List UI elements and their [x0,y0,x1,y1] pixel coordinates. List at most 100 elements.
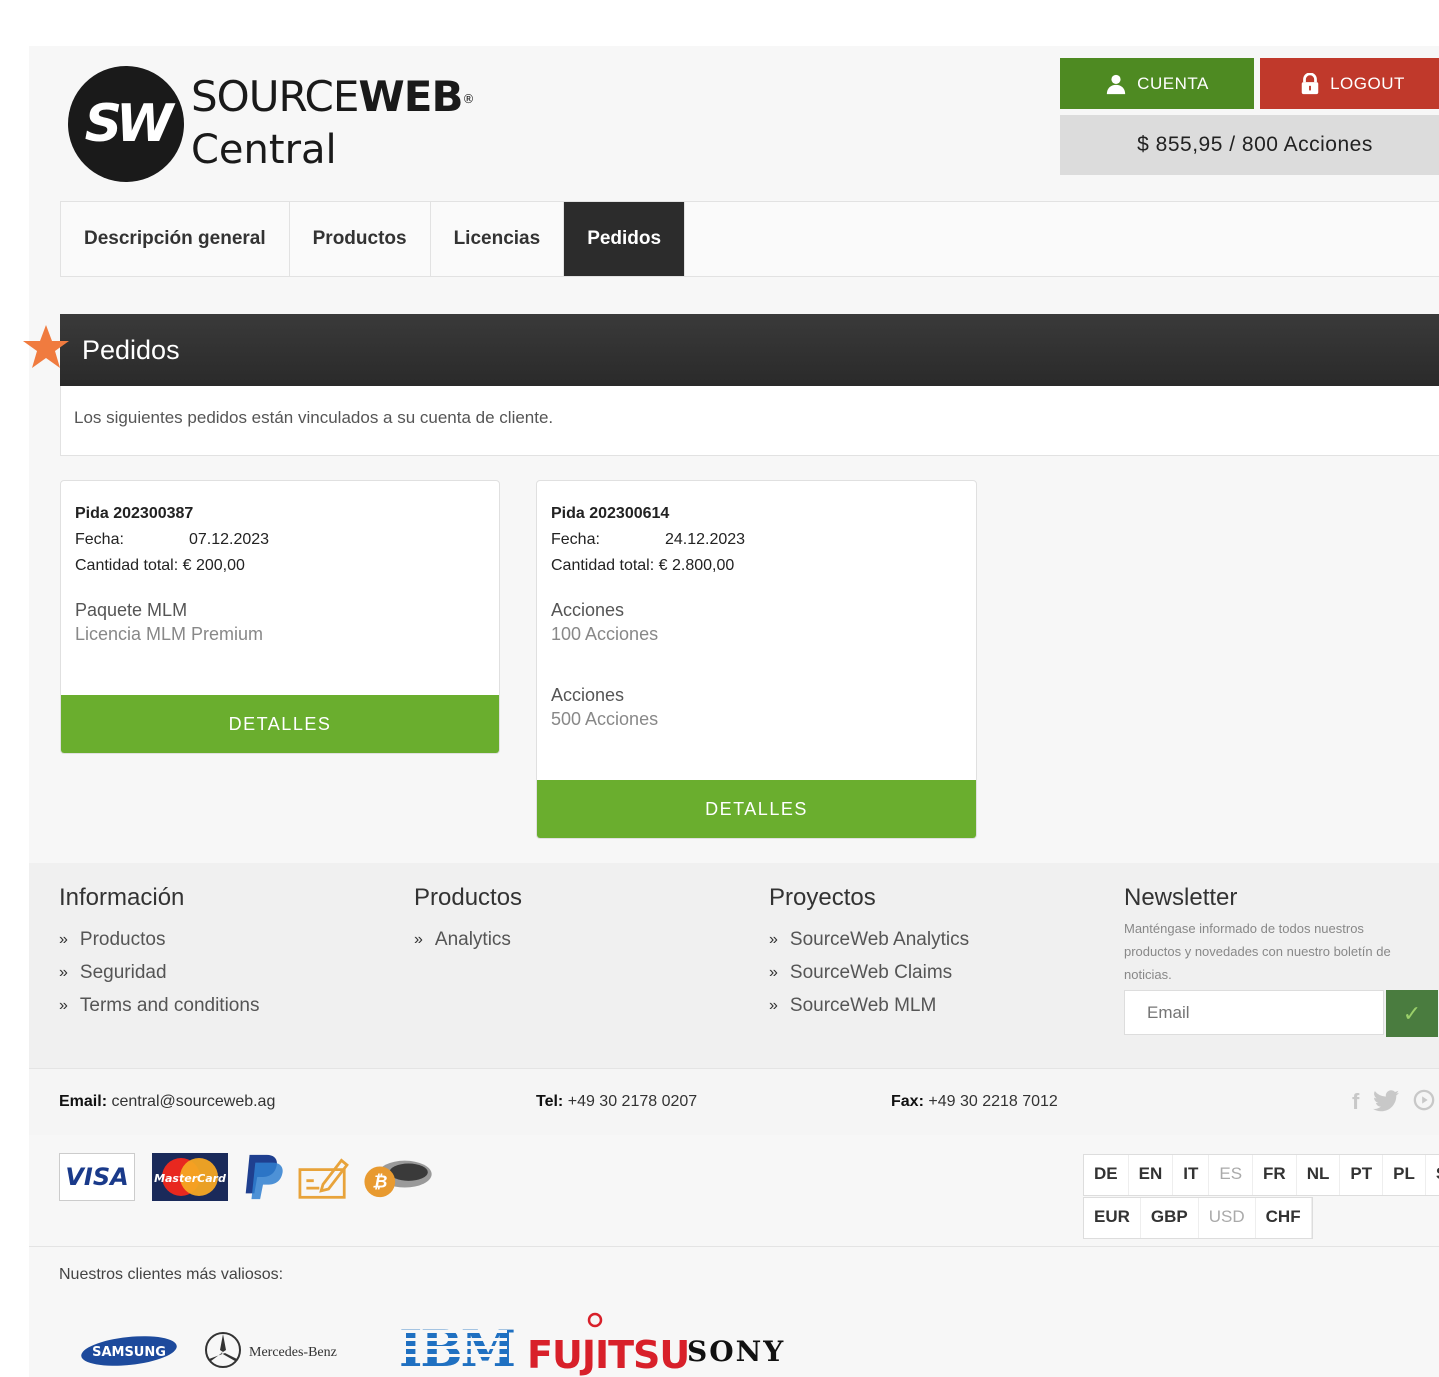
facebook-icon[interactable]: f [1352,1089,1359,1115]
currency-chf[interactable]: CHF [1256,1198,1312,1238]
chevron-double-right-icon: » [59,997,68,1014]
lang-fr[interactable]: FR [1253,1155,1297,1195]
details-button[interactable]: DETALLES [537,780,976,838]
star-icon [23,325,69,368]
contact-fax: Fax: +49 30 2218 7012 [891,1069,1058,1135]
footer-heading: Información [59,884,185,911]
order-item-name: Acciones [551,685,625,705]
footer-link-label: SourceWeb Claims [789,962,953,983]
play-circle-icon[interactable] [1413,1089,1435,1111]
lang-nl[interactable]: NL [1297,1155,1341,1195]
footer-link-label: Productos [79,929,166,950]
logo-title-light: SOURCE [191,72,359,121]
chevron-double-right-icon: » [59,931,68,948]
logo-title[interactable]: SOURCEWEB® [191,72,474,122]
footer-heading: Productos [414,884,523,911]
lang-pt[interactable]: PT [1340,1155,1384,1195]
contact-row: Email: central@sourceweb.ag Tel: +49 30 … [29,1068,1439,1136]
contact-email-label: Email: [59,1093,108,1110]
svg-text:FUJITSU: FUJITSU [527,1333,689,1376]
newsletter-text: Manténgase informado de todos nuestros p… [1124,921,1391,982]
contact-tel-label: Tel: [536,1093,564,1110]
lang-de[interactable]: DE [1084,1155,1129,1195]
chevron-double-right-icon: » [769,931,778,948]
currency-gbp[interactable]: GBP [1141,1198,1199,1238]
newsletter-submit-button[interactable]: ✓ [1386,990,1438,1037]
footer-link[interactable]: » Productos [59,923,259,956]
currency-eur[interactable]: EUR [1084,1198,1141,1238]
order-date: 24.12.2023 [665,531,746,548]
lang-pl[interactable]: PL [1383,1155,1426,1195]
chevron-double-right-icon: » [769,964,778,981]
footer-link[interactable]: » SourceWeb Analytics [769,923,969,956]
fujitsu-logo: FUJITSU [527,1312,690,1376]
svg-text:SONY: SONY [687,1335,785,1368]
logo-subtitle: Central [191,127,337,173]
footer-links: Información » Productos » Seguridad » Terms… [29,863,1439,1068]
footer-link[interactable]: » Terms and conditions [59,989,259,1022]
footer-heading: Proyectos [769,884,876,911]
clients-label: Nuestros clientes más valiosos: [59,1266,284,1283]
logo-mark[interactable]: SW [68,66,184,182]
order-number: Pida 202300614 [551,505,670,522]
order-date: 07.12.2023 [189,531,270,548]
order-total-label: Cantidad total: [75,557,179,574]
footer-link[interactable]: » SourceWeb MLM [769,989,969,1022]
lang-en[interactable]: EN [1129,1155,1174,1195]
bitcoin-logo: ₿ [364,1160,432,1198]
newsletter-email-input[interactable] [1124,990,1384,1035]
panel-body: Los siguientes pedidos están vinculados … [60,386,1439,456]
order-date-label: Fecha: [551,531,600,548]
samsung-logo: SAMSUNG [81,1336,177,1366]
contact-tel-value: +49 30 2178 0207 [567,1093,698,1110]
tab-licenses[interactable]: Licencias [431,202,565,276]
footer-col-projects: Proyectos » SourceWeb Analytics » SourceWe… [769,883,969,1022]
currency-usd[interactable]: USD [1199,1198,1256,1238]
contact-email: Email: central@sourceweb.ag [59,1069,275,1135]
locale-selector: DE EN IT ES FR NL PT PL SV EUR GBP USD C… [1083,1154,1439,1240]
footer-link-label: Analytics [434,929,511,950]
svg-text:₿: ₿ [372,1173,387,1193]
footer-heading: Newsletter [1124,884,1238,911]
twitter-icon[interactable] [1373,1089,1400,1113]
client-logos: SAMSUNG Mercedes-Benz IBM FUJITSU SONY [81,1312,785,1376]
footer-col-products: Productos » Analytics [414,883,522,956]
footer-link-label: Terms and conditions [79,995,260,1016]
contact-email-value[interactable]: central@sourceweb.ag [111,1093,275,1110]
visa-logo-text: VISA [65,1163,129,1191]
lang-it[interactable]: IT [1173,1155,1210,1195]
contact-tel: Tel: +49 30 2178 0207 [536,1069,697,1135]
lang-sv[interactable]: SV [1426,1155,1439,1195]
account-button[interactable]: CUENTA [1060,58,1254,109]
chevron-double-right-icon: » [414,931,423,948]
lang-es[interactable]: ES [1209,1155,1254,1195]
svg-text:Mercedes-Benz: Mercedes-Benz [249,1345,337,1360]
check-icon: ✓ [1402,1000,1422,1026]
details-button[interactable]: DETALLES [61,695,499,753]
panel-description: Los siguientes pedidos están vinculados … [74,408,554,427]
footer-link-label: Seguridad [79,962,167,983]
user-icon [1107,74,1126,94]
footer-col-info: Información » Productos » Seguridad » Terms… [59,883,259,1022]
mastercard-logo-text: MasterCard [154,1172,226,1185]
lock-icon [1301,72,1319,94]
order-total: € 2.800,00 [658,557,735,574]
account-button-label: CUENTA [1137,73,1209,93]
footer-col-newsletter: Newsletter Manténgase informado de todos… [1124,883,1439,1053]
tab-products[interactable]: Productos [290,202,431,276]
check-payment-icon [298,1158,349,1199]
order-number: Pida 202300387 [75,505,194,522]
payment-row: VISA MasterCard ₿ DE EN IT ES FR NL PT P… [29,1135,1439,1247]
ibm-logo: IBM [397,1319,516,1376]
footer-link[interactable]: » SourceWeb Claims [769,956,969,989]
order-card: Pida 202300614 Fecha: 24.12.2023 Cantidad… [536,480,977,839]
footer-link[interactable]: » Analytics [414,923,522,956]
order-item-sub: 500 Acciones [551,709,659,729]
footer-link[interactable]: » Seguridad [59,956,259,989]
sony-logo: SONY [687,1335,785,1368]
chevron-double-right-icon: » [59,964,68,981]
tab-orders[interactable]: Pedidos [564,202,686,276]
footer-link-label: SourceWeb MLM [789,995,937,1016]
tab-overview[interactable]: Descripción general [61,202,290,276]
logout-button[interactable]: LOGOUT [1260,58,1439,109]
